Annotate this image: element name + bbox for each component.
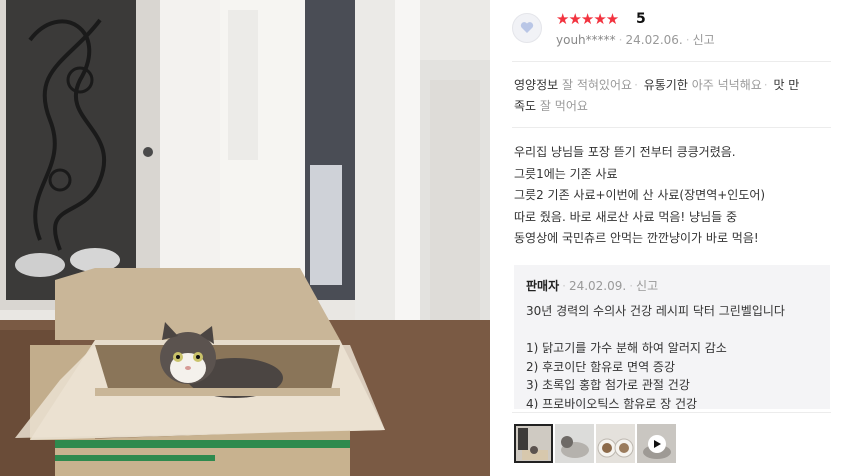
review-line: 따로 줬음. 바로 새로산 사료 먹음! 냥님들 중 bbox=[514, 209, 738, 224]
seller-label: 판매자 bbox=[526, 279, 560, 293]
review-line: 그릇1에는 기존 사료 bbox=[514, 166, 618, 181]
review-panel: ★★★★★ 5 youh***** · 24.02.06. · 신고 영양정보 잘 적혀… bbox=[490, 0, 853, 476]
thumbnail-photo-2[interactable] bbox=[555, 424, 594, 463]
rating-score: 5 bbox=[636, 11, 646, 27]
review-body: 우리집 냥님들 포장 뜯기 전부터 킁킁거렸음. 그릇1에는 기존 사료 그릇2… bbox=[514, 142, 834, 250]
reply-line: 1) 닭고기를 가수 분해 하여 알러지 감소 bbox=[526, 341, 727, 355]
play-icon bbox=[647, 434, 666, 453]
seller-reply-header: 판매자 · 24.02.09. · 신고 bbox=[526, 279, 659, 293]
report-link[interactable]: 신고 bbox=[693, 33, 715, 47]
thumbnail-video-1[interactable] bbox=[637, 424, 676, 463]
attr-key: 영양정보 bbox=[514, 78, 559, 92]
thumbnail-strip bbox=[514, 424, 676, 463]
reply-date: 24.02.09. bbox=[568, 279, 627, 293]
attr-value: 아주 넉넉해요 bbox=[691, 78, 762, 92]
reviewer-id: youh***** bbox=[556, 33, 616, 47]
review-line: 그릇2 기존 사료+이번에 산 사료(장면역+인도어) bbox=[514, 188, 766, 202]
attr-key: 유통기한 bbox=[643, 78, 688, 92]
review-attributes: 영양정보 잘 적혀있어요 · 유통기한 아주 넉넉해요 · 맛 만족도 잘 먹어요 bbox=[514, 78, 800, 113]
heart-icon bbox=[520, 19, 534, 38]
seller-reply-text: 30년 경력의 수의사 건강 레시피 닥터 그린벨입니다 1) 닭고기를 가수 … bbox=[526, 302, 785, 409]
review-photo[interactable] bbox=[0, 0, 490, 476]
reply-line: 30년 경력의 수의사 건강 레시피 닥터 그린벨입니다 bbox=[526, 304, 785, 318]
thumbnail-photo-1[interactable] bbox=[514, 424, 553, 463]
reply-line: 2) 후코이단 함유로 면역 증강 bbox=[526, 359, 676, 374]
review-line: 동영상에 국민츄르 안먹는 깐깐냥이가 바로 먹음! bbox=[514, 231, 759, 245]
divider bbox=[512, 127, 831, 128]
avatar bbox=[512, 13, 542, 43]
divider bbox=[512, 412, 831, 413]
reply-line: 4) 프로바이오틱스 함유로 장 건강 bbox=[526, 396, 698, 410]
star-rating: ★★★★★ bbox=[556, 10, 619, 28]
attr-value: 잘 적혀있어요 bbox=[562, 78, 633, 92]
review-line: 우리집 냥님들 포장 뜯기 전부터 킁킁거렸음. bbox=[514, 145, 736, 159]
divider bbox=[512, 61, 831, 62]
reply-line bbox=[526, 321, 785, 340]
thumbnail-photo-3[interactable] bbox=[596, 424, 635, 463]
seller-reply: 판매자 · 24.02.09. · 신고 30년 경력의 수의사 건강 레시피 닥터 그… bbox=[514, 265, 830, 409]
reply-report-link[interactable]: 신고 bbox=[636, 279, 658, 293]
review-meta: youh***** · 24.02.06. · 신고 bbox=[556, 33, 715, 47]
review-date: 24.02.06. bbox=[625, 33, 683, 47]
attr-value: 잘 먹어요 bbox=[539, 99, 588, 113]
reply-line: 3) 초록입 홍합 첨가로 관절 건강 bbox=[526, 378, 690, 392]
